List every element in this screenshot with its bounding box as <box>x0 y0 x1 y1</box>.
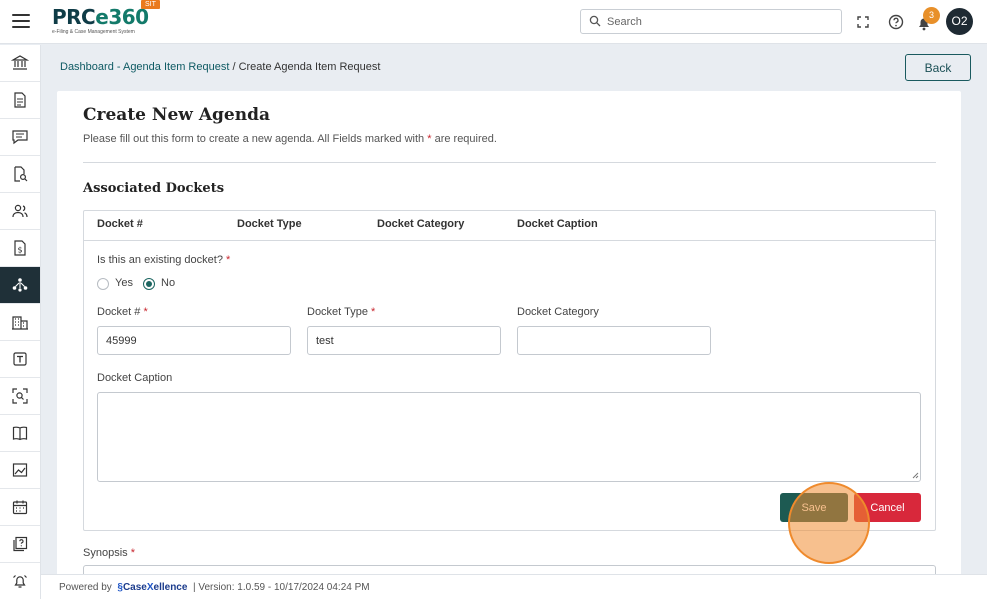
alarm-bell-icon <box>13 575 27 588</box>
search-input[interactable] <box>607 13 832 30</box>
required-star: * <box>143 306 148 318</box>
user-avatar[interactable]: O2 <box>946 8 973 35</box>
page-title: Create New Agenda <box>83 105 270 125</box>
column-header-docket-category: Docket Category <box>377 218 465 230</box>
sidebar-item-help[interactable] <box>0 526 40 563</box>
svg-text:$: $ <box>17 246 22 255</box>
section-title-associated-dockets: Associated Dockets <box>83 181 225 196</box>
brand-part-rest: ellence <box>153 582 188 593</box>
radio-no[interactable] <box>143 278 155 290</box>
top-bar: PRCe360 e-Filing & Case Management Syste… <box>0 0 987 44</box>
sidebar: $ <box>0 45 41 599</box>
synopsis-label: Synopsis * <box>83 547 135 559</box>
scan-search-icon <box>12 388 28 404</box>
users-icon <box>12 204 28 218</box>
notification-count-badge: 3 <box>923 7 940 24</box>
sidebar-item-document-search[interactable] <box>0 156 40 193</box>
required-star: * <box>371 306 376 318</box>
synopsis-label-text: Synopsis <box>83 547 128 559</box>
radio-no-label[interactable]: No <box>161 277 175 289</box>
associated-dockets-panel: Docket # Docket Type Docket Category Doc… <box>83 210 936 531</box>
docket-number-label-text: Docket # <box>97 306 141 318</box>
sidebar-item-search[interactable] <box>0 378 40 415</box>
text-template-icon <box>13 352 27 366</box>
docket-type-input[interactable] <box>307 326 501 355</box>
breadcrumb-current: Create Agenda Item Request <box>238 61 381 73</box>
help-book-icon <box>13 536 28 552</box>
sidebar-item-users[interactable] <box>0 193 40 230</box>
docket-number-input[interactable] <box>97 326 291 355</box>
table-header-divider <box>84 240 935 241</box>
footer: Powered by §CaseXellence | Version: 1.0.… <box>41 574 987 599</box>
required-star: * <box>226 254 231 266</box>
form-card: Create New Agenda Please fill out this f… <box>57 91 961 585</box>
required-star: * <box>130 547 135 559</box>
brand-part-x: X <box>146 582 154 593</box>
sidebar-item-fees[interactable]: $ <box>0 230 40 267</box>
page-description: Please fill out this form to create a ne… <box>83 133 497 145</box>
breadcrumb-link-agenda-requests[interactable]: Dashboard - Agenda Item Request <box>60 61 229 73</box>
search-icon <box>589 15 601 27</box>
docket-type-label: Docket Type * <box>307 306 375 318</box>
docket-caption-label: Docket Caption <box>97 372 173 384</box>
document-icon <box>14 92 26 108</box>
help-icon[interactable] <box>886 12 906 32</box>
bank-icon <box>11 55 29 70</box>
book-icon <box>12 426 28 441</box>
logo-text: PRC <box>52 5 96 29</box>
sidebar-item-messages[interactable] <box>0 119 40 156</box>
environment-badge: SIT <box>141 0 160 9</box>
sidebar-item-documents[interactable] <box>0 82 40 119</box>
sidebar-item-library[interactable] <box>0 415 40 452</box>
hamburger-menu-icon[interactable] <box>12 14 30 30</box>
sidebar-item-reports[interactable] <box>0 452 40 489</box>
column-header-docket-caption: Docket Caption <box>517 218 598 230</box>
app-logo[interactable]: PRCe360 e-Filing & Case Management Syste… <box>52 6 149 35</box>
existing-docket-question: Is this an existing docket? * <box>97 254 230 266</box>
sidebar-item-organizations[interactable] <box>0 304 40 341</box>
footer-text: Powered by §CaseXellence | Version: 1.0.… <box>59 582 370 593</box>
radio-yes[interactable] <box>97 278 109 290</box>
brand-name: CaseXellence <box>123 582 188 593</box>
existing-docket-label: Is this an existing docket? <box>97 254 223 266</box>
sidebar-item-bank[interactable] <box>0 45 40 82</box>
resize-grip-icon[interactable] <box>911 471 919 479</box>
brand-part-case: Case <box>122 582 147 593</box>
sidebar-item-alerts[interactable] <box>0 563 40 599</box>
divider <box>83 162 936 163</box>
version-text: | Version: 1.0.59 - 10/17/2024 04:24 PM <box>193 582 370 593</box>
logo-subtitle: e-Filing & Case Management System <box>52 29 135 35</box>
description-text-end: are required. <box>431 133 497 145</box>
back-button[interactable]: Back <box>905 54 971 81</box>
agenda-network-icon <box>12 278 28 292</box>
breadcrumb-separator: / <box>229 61 239 73</box>
cancel-button[interactable]: Cancel <box>854 493 921 522</box>
docket-type-label-text: Docket Type <box>307 306 368 318</box>
sidebar-item-agenda[interactable] <box>0 267 40 304</box>
sidebar-item-templates[interactable] <box>0 341 40 378</box>
docket-number-label: Docket # * <box>97 306 148 318</box>
dollar-document-icon: $ <box>14 240 26 256</box>
sidebar-item-calendar[interactable] <box>0 489 40 526</box>
fullscreen-icon[interactable] <box>853 12 873 32</box>
document-search-icon <box>14 166 28 182</box>
save-button[interactable]: Save <box>780 493 848 522</box>
building-icon <box>12 316 28 330</box>
description-text: Please fill out this form to create a ne… <box>83 133 428 145</box>
column-header-docket-number: Docket # <box>97 218 143 230</box>
breadcrumb: Dashboard - Agenda Item Request / Create… <box>60 61 380 73</box>
column-header-docket-type: Docket Type <box>237 218 302 230</box>
docket-caption-textarea[interactable] <box>97 392 921 482</box>
powered-by-text: Powered by <box>59 582 112 593</box>
docket-category-input[interactable] <box>517 326 711 355</box>
calendar-icon <box>12 500 28 515</box>
chat-icon <box>12 130 28 145</box>
search-box[interactable] <box>580 9 842 34</box>
docket-category-label: Docket Category <box>517 306 599 318</box>
radio-yes-label[interactable]: Yes <box>115 277 133 289</box>
image-chart-icon <box>12 463 28 477</box>
